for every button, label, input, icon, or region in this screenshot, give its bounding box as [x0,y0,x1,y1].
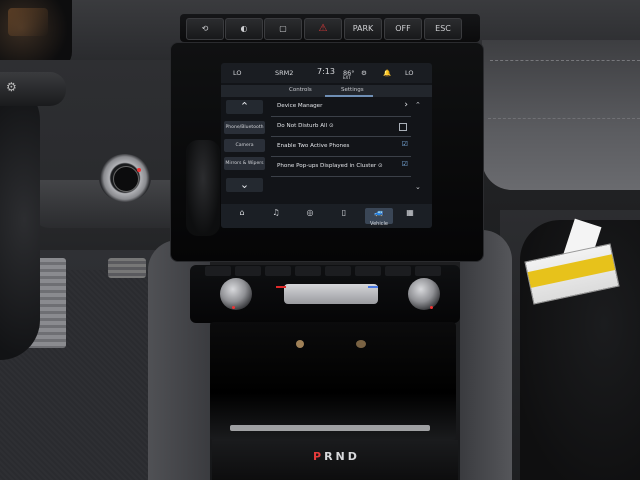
storage-tray [210,322,456,440]
active-tab-indicator [325,95,373,97]
vehicle-tab[interactable]: 🚙 Vehicle [365,208,393,227]
list-item[interactable]: Device Manager › [271,98,411,117]
status-bar: LO SRM2 7:13 86° EXT ⚙ 🔔 LO [221,63,432,83]
sticker-band [527,254,616,288]
sidebar-item-mirrors[interactable]: Mirrors & Wipers [224,157,265,170]
reflection [186,140,220,236]
wiper-icon: ⚙ [6,80,17,94]
clock: 7:13 [317,67,335,76]
chrome-trim [230,425,430,431]
bell-icon[interactable]: 🔔 [383,69,391,77]
row-label: Enable Two Active Phones [277,143,350,149]
climate-button[interactable] [295,266,321,276]
settings-sidebar: ⌃ Phone/Bluetooth Camera Mirrors & Wiper… [221,98,267,198]
status-led [137,168,141,172]
climate-button[interactable] [235,266,261,276]
park-assist-button[interactable]: PARK [344,18,382,40]
switch-button[interactable]: ◐ [225,18,263,40]
gear-park: P [313,450,325,463]
climate-button-row [205,266,450,280]
checkbox-checked-icon[interactable]: ☑ [402,140,408,148]
climate-button[interactable] [415,266,441,276]
nav-icon[interactable]: ◎ [299,208,321,224]
passenger-temp-knob[interactable] [408,278,440,310]
cool-indicator [368,286,378,288]
climate-button[interactable] [385,266,411,276]
stitching-line [490,60,640,61]
steering-wheel [0,80,40,360]
esc-button[interactable]: ESC [424,18,462,40]
gear-indicator: PRND [313,450,360,463]
scroll-indicator[interactable]: ⌃ ⌄ [415,101,423,196]
list-item[interactable]: Enable Two Active Phones ☑ [271,138,411,157]
switch-button[interactable]: ▢ [264,18,302,40]
phone-icon[interactable]: ▯ [333,208,355,224]
tab-controls[interactable]: Controls [289,87,312,93]
temperature-label: EXT [343,75,351,80]
fan-control-bar[interactable] [284,284,378,304]
chevron-right-icon: › [404,100,408,110]
checkbox-checked-icon[interactable]: ☑ [402,160,408,168]
list-item[interactable]: Do Not Disturb All ⊙ [271,118,411,137]
status-left: LO [233,69,242,77]
music-icon[interactable]: ♫ [265,208,287,224]
scroll-up-icon[interactable]: ⌃ [226,100,263,114]
status-led [430,306,433,309]
reflection-light [356,340,366,348]
console-side-right [460,230,512,480]
driver-temp-knob[interactable] [220,278,252,310]
stitching-line [488,118,640,119]
infotainment-screen: LO SRM2 7:13 86° EXT ⚙ 🔔 LO Controls Set… [221,63,432,228]
status-right: LO [405,69,414,77]
row-label: Phone Pop-ups Displayed in Cluster ⊙ [277,163,383,169]
chevron-down-icon[interactable]: ⌄ [415,183,421,191]
climate-button[interactable] [265,266,291,276]
scroll-down-icon[interactable]: ⌄ [226,178,263,192]
heat-indicator [276,286,286,288]
right-dash-panel [482,40,640,190]
car-icon: 🚙 [374,208,384,217]
list-item[interactable]: Phone Pop-ups Displayed in Cluster ⊙ ☑ [271,158,411,177]
climate-button[interactable] [205,266,231,276]
tab-settings[interactable]: Settings [341,87,364,93]
car-interior-photo: ⚙ ⟲ ◐ ▢ ⚠ PARK OFF ESC LO SRM2 7:13 86° … [0,0,640,480]
switch-button[interactable]: ⟲ [186,18,224,40]
off-button[interactable]: OFF [384,18,422,40]
row-label: Do Not Disturb All ⊙ [277,123,334,129]
gear-other: RND [324,450,360,463]
home-icon[interactable]: ⌂ [231,208,253,224]
climate-button[interactable] [355,266,381,276]
reflection-light [296,340,304,348]
checkbox[interactable] [399,123,407,131]
bottom-nav: ⌂ ♫ ◎ ▯ 🚙 Vehicle ▦ [221,204,432,228]
cluster-glow [8,8,48,36]
hazard-button[interactable]: ⚠ [304,18,342,40]
gear-icon[interactable]: ⚙ [361,69,367,77]
vehicle-label: Vehicle [370,221,388,227]
row-label: Device Manager [277,103,323,109]
sidebar-item-camera[interactable]: Camera [224,139,265,152]
settings-list: Device Manager › Do Not Disturb All ⊙ En… [271,98,421,198]
pedal [108,258,146,278]
climate-button[interactable] [325,266,351,276]
chevron-up-icon[interactable]: ⌃ [415,101,421,109]
sidebar-item-phone[interactable]: Phone/Bluetooth [224,121,265,134]
power-icon [113,166,139,192]
status-mid: SRM2 [275,69,294,77]
status-led [232,306,235,309]
tab-bar: Controls Settings [221,85,432,97]
apps-grid-icon[interactable]: ▦ [399,208,421,224]
